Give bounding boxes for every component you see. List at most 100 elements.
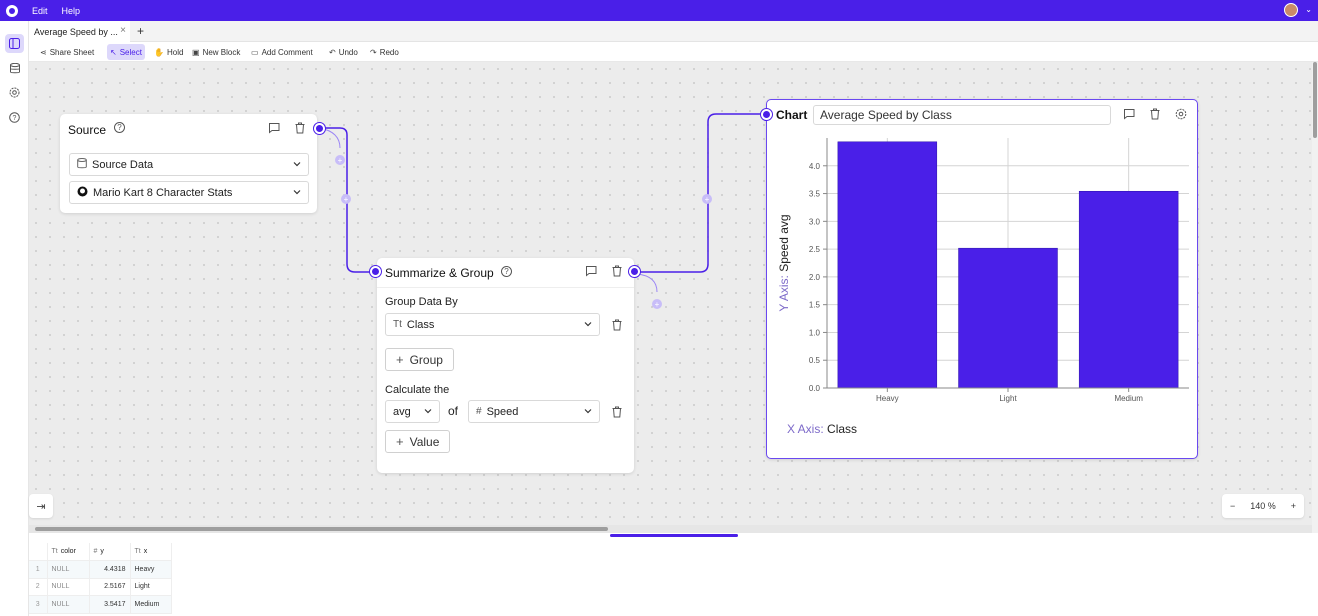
tab-bar: Average Speed by ... × +: [29, 21, 1318, 42]
column-header[interactable]: Ttcolor: [47, 543, 89, 561]
undo-label: Undo: [339, 48, 358, 57]
trash-icon[interactable]: [611, 406, 623, 418]
table-cell[interactable]: 4.4318: [89, 561, 130, 579]
x-axis-caption: X Axis: Class: [787, 422, 857, 436]
avatar[interactable]: [1284, 3, 1298, 17]
table-cell[interactable]: NULL: [47, 578, 89, 596]
source-type-select[interactable]: Source Data: [69, 153, 309, 176]
chart-title-input[interactable]: Average Speed by Class: [813, 105, 1111, 125]
table-cell[interactable]: NULL: [47, 596, 89, 614]
trash-icon[interactable]: [611, 265, 623, 277]
plus-icon: +: [396, 434, 404, 449]
row-number: 3: [29, 596, 47, 614]
scroll-thumb[interactable]: [1313, 62, 1317, 138]
input-port[interactable]: [761, 109, 772, 120]
tab-average-speed[interactable]: Average Speed by ... ×: [29, 21, 130, 42]
gear-icon[interactable]: [1175, 108, 1187, 120]
column-header[interactable]: Ttx: [130, 543, 171, 561]
column-type-icon: Tt: [52, 548, 58, 555]
add-value-button[interactable]: +Value: [385, 430, 450, 453]
select-button[interactable]: ↖Select: [107, 44, 145, 60]
comment-icon[interactable]: [268, 122, 280, 134]
table-cell[interactable]: NULL: [47, 561, 89, 579]
group-by-label: Group Data By: [385, 296, 458, 308]
measure-select[interactable]: # Speed: [468, 400, 600, 423]
trash-icon[interactable]: [1149, 108, 1161, 120]
column-name: y: [100, 548, 104, 555]
table-cell[interactable]: 3.5417: [89, 596, 130, 614]
aggregation-select[interactable]: avg: [385, 400, 440, 423]
zoom-level: 140 %: [1250, 501, 1276, 511]
output-port[interactable]: [629, 266, 640, 277]
select-label: Select: [120, 48, 142, 57]
hold-button[interactable]: ✋Hold: [151, 44, 186, 60]
text-type-icon: Tt: [393, 319, 402, 330]
table-row[interactable]: 1 NULL 4.4318 Heavy: [29, 561, 171, 579]
hand-icon: ✋: [154, 48, 164, 57]
vertical-scrollbar[interactable]: [1312, 62, 1318, 533]
collapse-panel-icon[interactable]: ⇥: [29, 494, 53, 518]
zoom-in-button[interactable]: +: [1291, 501, 1296, 511]
trash-icon[interactable]: [294, 122, 306, 134]
svg-text:+: +: [344, 195, 349, 204]
close-icon[interactable]: ×: [120, 25, 126, 36]
table-cell[interactable]: Light: [130, 578, 171, 596]
comment-icon[interactable]: [585, 265, 597, 277]
horizontal-scrollbar[interactable]: [29, 525, 1312, 533]
new-block-button[interactable]: ▣New Block: [189, 44, 243, 60]
y-axis-field[interactable]: Speed avg: [777, 214, 791, 271]
source-card[interactable]: Source ? Source Data Mario Kart 8 Charac…: [60, 114, 317, 213]
calculate-label: Calculate the: [385, 384, 449, 396]
redo-button[interactable]: ↷Redo: [367, 44, 402, 60]
undo-icon: ↶: [329, 48, 336, 57]
input-port[interactable]: [370, 266, 381, 277]
share-icon: ⋖: [40, 48, 47, 57]
chevron-down-icon[interactable]: ⌄: [1305, 5, 1312, 14]
zoom-out-button[interactable]: −: [1230, 501, 1235, 511]
add-tab-button[interactable]: +: [137, 24, 144, 38]
x-axis-prefix: X Axis:: [787, 422, 824, 436]
help-icon[interactable]: ?: [5, 108, 24, 127]
dataset-value: Mario Kart 8 Character Stats: [93, 187, 232, 199]
of-label: of: [448, 404, 458, 418]
bar-medium: [1079, 191, 1178, 388]
chevron-down-icon: [423, 406, 433, 416]
dataset-select[interactable]: Mario Kart 8 Character Stats: [69, 181, 309, 204]
measure-value: Speed: [487, 406, 519, 418]
share-sheet-button[interactable]: ⋖Share Sheet: [37, 44, 97, 60]
help-icon[interactable]: ?: [501, 266, 512, 277]
trash-icon[interactable]: [611, 319, 623, 331]
canvas[interactable]: + + + + Source ? Source Data Mario Kart …: [29, 62, 1312, 533]
table-cell[interactable]: Heavy: [130, 561, 171, 579]
table-row[interactable]: 3 NULL 3.5417 Medium: [29, 596, 171, 614]
table-cell[interactable]: 2.5167: [89, 578, 130, 596]
summarize-card[interactable]: Summarize & Group ? Group Data By Tt Cla…: [377, 258, 634, 473]
table-cell[interactable]: Medium: [130, 596, 171, 614]
chart-card[interactable]: Chart Average Speed by Class 0.00.51.01.…: [766, 99, 1198, 459]
gear-icon[interactable]: [5, 83, 24, 102]
scroll-thumb[interactable]: [35, 527, 608, 531]
comment-icon[interactable]: [1123, 108, 1135, 120]
add-group-button[interactable]: +Group: [385, 348, 454, 371]
x-axis-field[interactable]: Class: [827, 422, 857, 436]
add-comment-button[interactable]: ▭Add Comment: [248, 44, 316, 60]
menu-help[interactable]: Help: [62, 6, 81, 16]
database-icon[interactable]: [5, 59, 24, 78]
block-icon: ▣: [192, 48, 200, 57]
menu-edit[interactable]: Edit: [32, 6, 48, 16]
row-number-header: [29, 543, 47, 561]
chevron-down-icon: [292, 187, 302, 197]
panel-toggle-icon[interactable]: [5, 34, 24, 53]
help-icon[interactable]: ?: [114, 122, 125, 133]
bar-heavy: [838, 142, 937, 388]
output-port[interactable]: [314, 123, 325, 134]
y-tick-label: 2.5: [809, 245, 821, 254]
undo-button[interactable]: ↶Undo: [326, 44, 361, 60]
panel-resize-handle[interactable]: [610, 534, 738, 537]
group-field-select[interactable]: Tt Class: [385, 313, 600, 336]
app-logo-icon[interactable]: [6, 5, 18, 17]
column-header[interactable]: #y: [89, 543, 130, 561]
row-number: 1: [29, 561, 47, 579]
table-row[interactable]: 2 NULL 2.5167 Light: [29, 578, 171, 596]
left-rail: ?: [0, 21, 29, 616]
